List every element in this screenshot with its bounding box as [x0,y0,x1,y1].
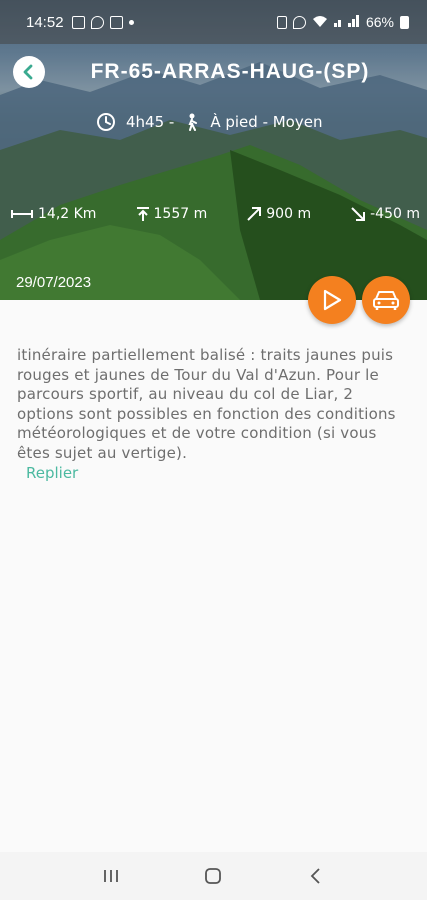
elevation-gain-stat: 900 m [246,206,311,222]
duration-row: 4h45 - À pied - Moyen [96,112,322,132]
home-button[interactable] [193,856,233,896]
system-back-button[interactable] [296,856,336,896]
hiker-icon [188,113,198,131]
distance-value: 14,2 Km [38,206,97,222]
elevation-loss-stat: -450 m [350,206,420,222]
start-navigation-button[interactable] [308,276,356,324]
collapse-description-link[interactable]: Replier [26,464,78,482]
back-button[interactable] [13,56,45,88]
max-altitude-value: 1557 m [153,206,208,222]
route-description: itinéraire partiellement balisé : traits… [17,346,396,462]
signal-icon [333,14,360,30]
system-navigation-bar [0,852,427,900]
location-icon [90,15,104,29]
duration: 4h45 - [126,113,175,131]
notification-dot-icon [128,19,134,25]
home-icon [205,868,222,884]
back-arrow-icon [310,868,320,884]
hike-date: 29/07/2023 [16,274,92,291]
hero-image [0,0,427,300]
status-time: 14:52 [26,13,64,31]
elevation-gain-value: 900 m [266,206,312,222]
max-altitude-stat: 1557 m [136,206,208,222]
page-title: FR-65-ARRAS-HAUG-(SP) [90,60,370,83]
play-icon [323,289,342,311]
car-icon [373,291,399,310]
battery-icon [400,15,409,29]
chevron-left-icon [23,64,33,80]
stats-row: 14,2 Km 1557 m 900 m -450 m [10,206,420,222]
mode-difficulty: À pied - Moyen [210,113,323,131]
clock-icon [97,113,115,131]
status-bar: 14:52 66% [0,0,427,44]
gps-icon [292,15,306,29]
distance-stat: 14,2 Km [10,206,96,222]
altitude-icon [136,207,149,221]
recent-apps-icon [104,870,119,882]
message-icon [109,15,123,29]
distance-icon [11,210,33,218]
arrow-down-right-icon [351,207,366,221]
lock-icon [276,15,287,29]
wifi-icon [312,14,328,30]
gallery-icon [71,15,85,29]
elevation-loss-value: -450 m [370,206,420,222]
battery-level: 66% [365,14,394,30]
recent-apps-button[interactable] [91,856,131,896]
directions-car-button[interactable] [362,276,410,324]
arrow-up-right-icon [247,207,262,221]
